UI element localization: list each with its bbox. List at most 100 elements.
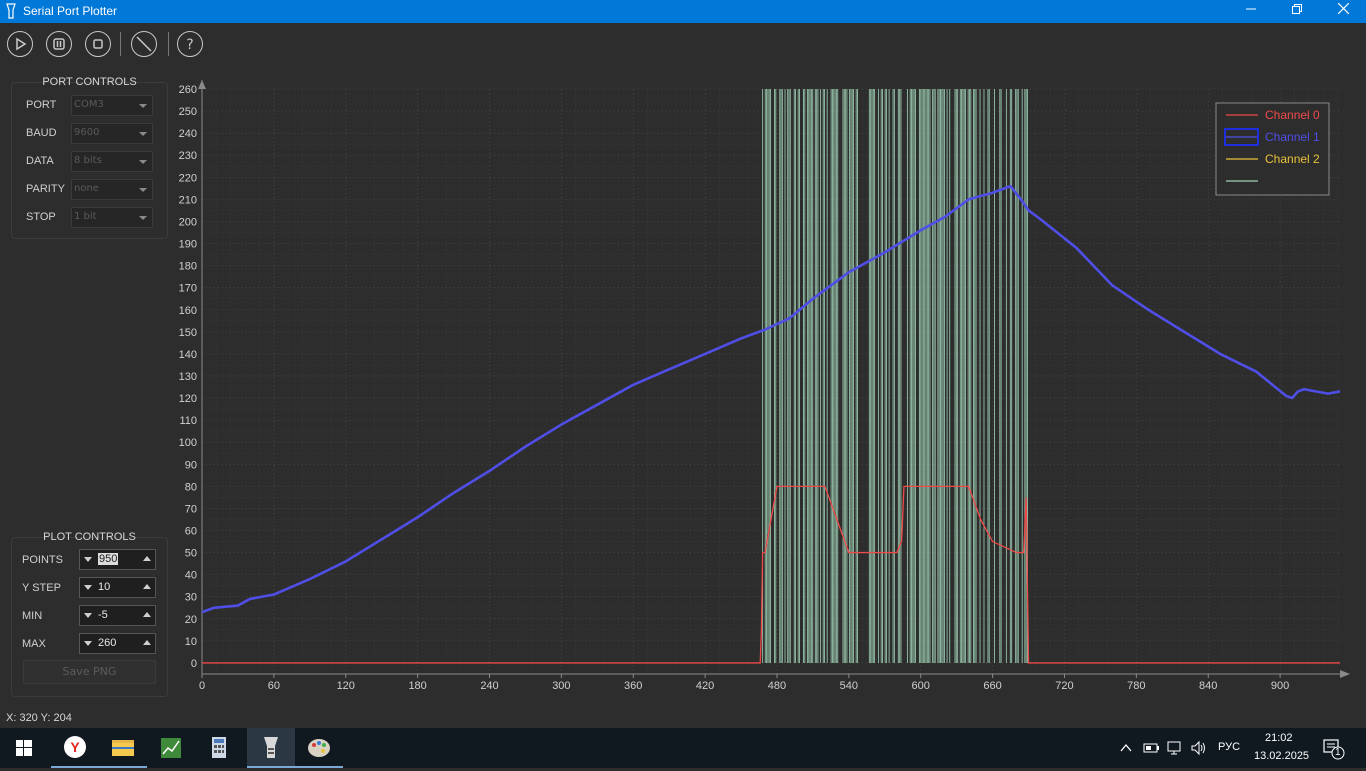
y-tick-label: 100	[179, 437, 197, 449]
points-spinbox[interactable]: 950	[79, 549, 156, 570]
decrement-icon[interactable]	[84, 557, 92, 562]
points-value: 950	[98, 553, 119, 565]
notification-center-button[interactable]: 1	[1318, 736, 1348, 760]
svg-text:?: ?	[186, 37, 193, 53]
x-tick-label: 120	[337, 680, 355, 692]
battery-icon[interactable]	[1142, 740, 1160, 756]
x-tick-label: 60	[268, 680, 280, 692]
port-value: COM3	[74, 99, 104, 110]
folder-icon	[112, 740, 134, 756]
port-label: PORT	[26, 99, 57, 111]
play-button[interactable]	[7, 31, 33, 57]
y-tick-label: 150	[179, 327, 197, 339]
clock-date[interactable]: 13.02.2025	[1254, 750, 1309, 762]
yandex-icon: Y	[64, 736, 86, 758]
max-spinbox[interactable]: 260	[79, 633, 156, 654]
volume-icon[interactable]	[1190, 740, 1208, 756]
input-language[interactable]: РУС	[1218, 741, 1240, 753]
pause-button[interactable]	[46, 31, 72, 57]
x-axis-arrow	[1340, 670, 1350, 678]
parity-label: PARITY	[26, 183, 65, 195]
chevron-down-icon	[139, 132, 147, 136]
x-tick-label: 180	[408, 680, 426, 692]
baud-select[interactable]: 9600	[71, 123, 153, 144]
parity-select[interactable]: none	[71, 179, 153, 200]
y-tick-label: 20	[185, 614, 197, 626]
chevron-down-icon	[139, 188, 147, 192]
increment-icon[interactable]	[143, 556, 151, 561]
notification-icon	[1323, 739, 1345, 760]
chevron-down-icon	[139, 104, 147, 108]
stop-button[interactable]	[85, 31, 111, 57]
y-tick-label: 240	[179, 128, 197, 140]
x-tick-label: 360	[624, 680, 642, 692]
cursor-coordinates: X: 320 Y: 204	[6, 712, 72, 724]
taskbar-file-explorer[interactable]	[99, 728, 147, 768]
y-tick-label: 120	[179, 393, 197, 405]
parity-value: none	[74, 183, 99, 194]
x-tick-label: 600	[912, 680, 930, 692]
min-spinbox[interactable]: -5	[79, 605, 156, 626]
legend-selection	[1224, 128, 1259, 146]
channel-1-line	[201, 184, 1341, 614]
increment-icon[interactable]	[143, 584, 151, 589]
y-tick-label: 140	[179, 349, 197, 361]
chevron-up-icon[interactable]	[1118, 740, 1134, 756]
y-tick-label: 60	[185, 526, 197, 538]
legend-entry: Channel 2	[1265, 152, 1320, 166]
increment-icon[interactable]	[143, 612, 151, 617]
port-select[interactable]: COM3	[71, 95, 153, 116]
maximize-button[interactable]	[1274, 0, 1320, 23]
taskbar-calculator[interactable]	[195, 728, 243, 768]
restore-icon	[1292, 4, 1302, 14]
windows-icon	[16, 740, 32, 756]
taskbar-yandex-browser[interactable]: Y	[51, 728, 99, 768]
pause-icon	[53, 38, 65, 50]
max-value: 260	[98, 637, 117, 649]
x-tick-label: 720	[1055, 680, 1073, 692]
stop-bits-select[interactable]: 1 bit	[71, 207, 153, 228]
decrement-icon[interactable]	[84, 585, 92, 590]
help-button[interactable]: ?	[177, 31, 203, 57]
y-tick-label: 180	[179, 261, 197, 273]
close-button[interactable]	[1320, 0, 1366, 23]
min-label: MIN	[22, 610, 43, 622]
save-png-button[interactable]: Save PNG	[23, 660, 156, 684]
baud-label: BAUD	[26, 127, 57, 139]
y-step-label: Y STEP	[22, 582, 61, 594]
chevron-down-icon	[139, 216, 147, 220]
stop-bits-value: 1 bit	[74, 211, 97, 222]
y-tick-label: 190	[179, 239, 197, 251]
taskbar: Y РУС 21:02 13.02.2025 1	[0, 728, 1366, 768]
taskbar-serial-port-plotter[interactable]	[247, 728, 295, 768]
minimize-button[interactable]	[1228, 0, 1274, 23]
channel-0-line	[202, 485, 1340, 664]
data-bits-select[interactable]: 8 bits	[71, 151, 153, 172]
app-icon	[6, 3, 16, 19]
taskbar-app-chart[interactable]	[147, 728, 195, 768]
port-controls-group: PORT CONTROLS PORT COM3 BAUD 9600 DATA 8…	[11, 76, 168, 239]
y-tick-label: 30	[185, 592, 197, 604]
x-tick-label: 660	[983, 680, 1001, 692]
close-icon	[1337, 2, 1349, 15]
taskbar-paint[interactable]	[295, 728, 343, 768]
start-button[interactable]	[0, 728, 48, 768]
clear-button[interactable]	[131, 31, 157, 57]
x-tick-label: 540	[840, 680, 858, 692]
y-tick-label: 110	[179, 415, 197, 427]
decrement-icon[interactable]	[84, 613, 92, 618]
toolbar-separator	[168, 32, 169, 56]
y-step-spinbox[interactable]: 10	[79, 577, 156, 598]
legend-entry: Channel 1	[1265, 130, 1320, 144]
increment-icon[interactable]	[143, 640, 151, 645]
decrement-icon[interactable]	[84, 641, 92, 646]
y-tick-label: 130	[179, 371, 197, 383]
x-tick-label: 300	[552, 680, 570, 692]
help-icon: ?	[186, 37, 193, 53]
plot-area[interactable]: 0102030405060708090100110120130140150160…	[0, 0, 1366, 768]
paint-palette-icon	[308, 739, 330, 757]
network-icon[interactable]	[1166, 740, 1184, 756]
clock-time[interactable]: 21:02	[1265, 732, 1293, 744]
y-tick-label: 250	[179, 106, 197, 118]
y-tick-label: 0	[191, 658, 197, 670]
